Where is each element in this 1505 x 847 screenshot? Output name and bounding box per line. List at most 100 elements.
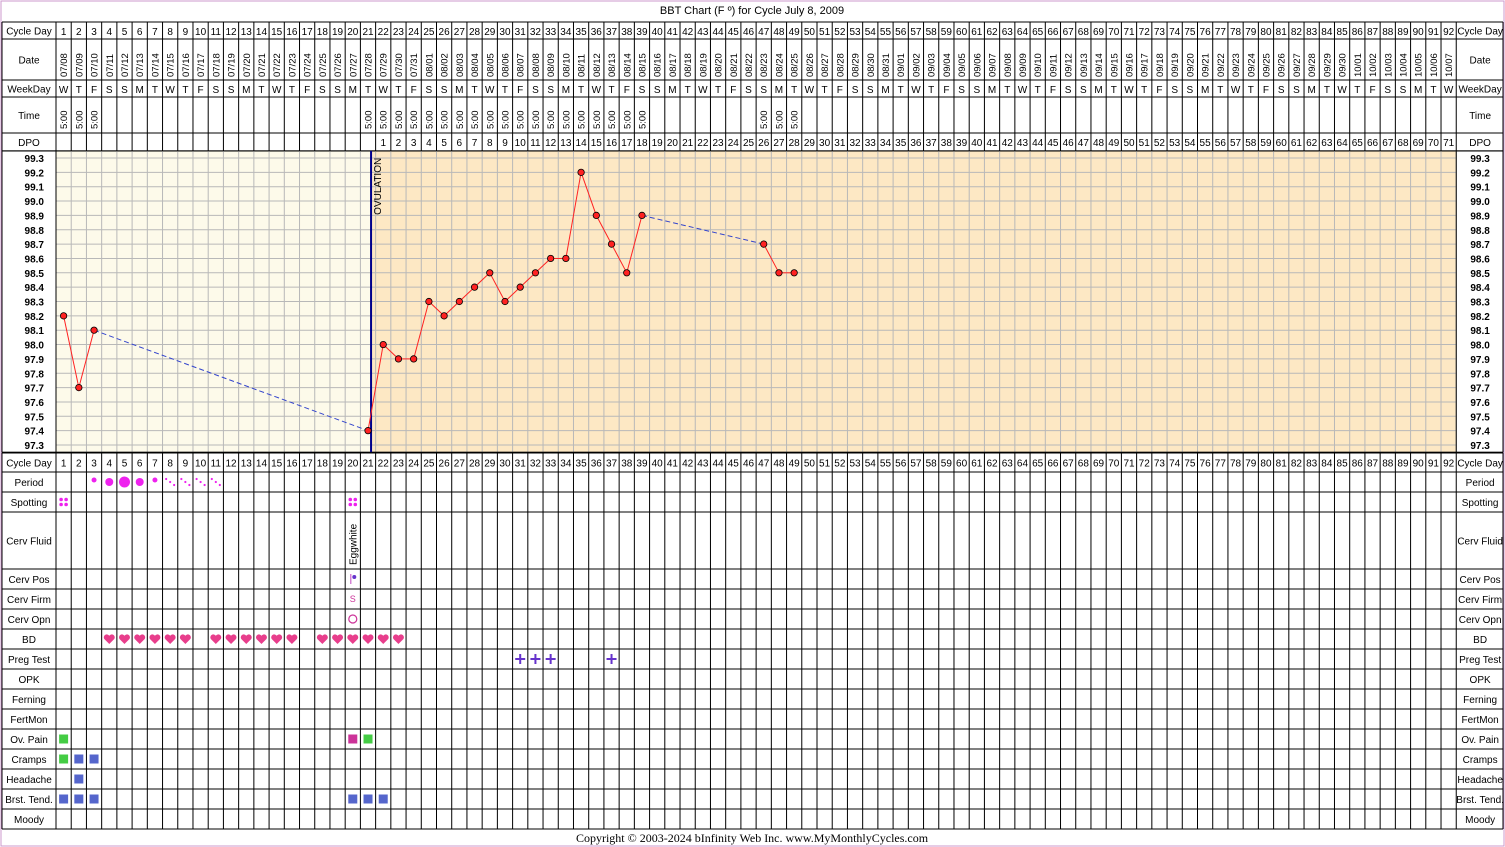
date-label: 08/23 [759, 53, 770, 77]
dpo-label: 15 [591, 138, 603, 149]
weekday-label: W [165, 85, 175, 96]
date-label: 09/03 [927, 53, 938, 77]
date-label: 08/06 [500, 53, 511, 77]
period-label-right: Period [1466, 478, 1495, 489]
cycle-day-label: 36 [591, 27, 603, 38]
cycle-day-label: 78 [1230, 459, 1242, 470]
cycle-day-label: 30 [499, 459, 511, 470]
bbt-chart: Cycle Day Cycle Day Date Date WeekDay WeekDay… [0, 0, 1505, 847]
cycle-day-label-left: Cycle Day [6, 459, 52, 470]
y-tick-label-right: 99.2 [1470, 168, 1490, 179]
y-tick-label-right: 97.3 [1470, 441, 1490, 452]
time-label: 5:00 [485, 111, 496, 130]
brst-tend-mark [363, 794, 373, 804]
weekday-label: T [1035, 85, 1041, 96]
date-label: 08/21 [729, 53, 740, 77]
fertmon-label-left: FertMon [10, 715, 47, 726]
dpo-label: 6 [457, 138, 463, 149]
cycle-day-label: 42 [682, 27, 694, 38]
spotting-mark [348, 497, 353, 502]
weekday-label: S [106, 85, 113, 96]
weekday-label: W [485, 85, 495, 96]
cycle-day-label: 4 [106, 459, 112, 470]
weekday-label: T [1430, 85, 1436, 96]
weekday-label: F [730, 85, 736, 96]
temp-point [592, 211, 600, 219]
weekday-label: T [182, 85, 188, 96]
dpo-label: 36 [910, 138, 922, 149]
weekday-label: T [289, 85, 295, 96]
cycle-day-label: 32 [530, 459, 542, 470]
y-tick-label-left: 98.2 [25, 312, 45, 323]
cycle-day-label: 5 [122, 459, 128, 470]
cycle-day-label: 41 [667, 27, 679, 38]
cycle-day-label: 90 [1413, 27, 1425, 38]
period-spotting-mark [188, 483, 191, 487]
time-label: 5:00 [637, 111, 648, 130]
cycle-day-label: 90 [1413, 459, 1425, 470]
date-label: 10/03 [1383, 53, 1394, 77]
weekday-label: T [1111, 85, 1117, 96]
weekday-label: M [455, 85, 463, 96]
dpo-label: 43 [1017, 138, 1029, 149]
cycle-day-label: 2 [76, 459, 82, 470]
dpo-label: 42 [1002, 138, 1014, 149]
spotting-label-left: Spotting [11, 498, 48, 509]
weekday-label: S [334, 85, 341, 96]
weekday-label: S [1278, 85, 1285, 96]
dpo-label: 12 [545, 138, 557, 149]
date-label: 07/15 [166, 53, 177, 77]
spotting-mark [59, 497, 63, 502]
date-label: 08/27 [820, 53, 831, 77]
cycle-day-label: 27 [454, 27, 466, 38]
dpo-label: 68 [1397, 138, 1409, 149]
cycle-day-label: 49 [789, 27, 801, 38]
cycle-day-label: 64 [1017, 27, 1029, 38]
dpo-label: 62 [1306, 138, 1318, 149]
spotting-mark [59, 502, 63, 507]
y-tick-label-right: 97.4 [1470, 427, 1490, 438]
weekday-label: S [1065, 85, 1072, 96]
dpo-label: 13 [560, 138, 572, 149]
period-mark [91, 477, 97, 483]
period-mark [135, 478, 144, 486]
weekday-label: M [1307, 85, 1315, 96]
weekday-label: W [911, 85, 921, 96]
y-tick-label-left: 98.5 [25, 269, 45, 280]
cycle-day-label: 59 [941, 459, 953, 470]
period-spotting-mark [165, 477, 168, 481]
weekday-label: W [698, 85, 708, 96]
date-label: 07/21 [257, 53, 268, 77]
cerv-opn-label-left: Cerv Opn [8, 615, 51, 626]
cerv-pos-mark [352, 575, 357, 579]
y-tick-label-right: 98.6 [1470, 254, 1490, 265]
date-label: 09/23 [1231, 53, 1242, 77]
date-label: 08/07 [516, 53, 527, 77]
cycle-day-label: 57 [910, 27, 922, 38]
cycle-day-label: 28 [469, 27, 481, 38]
date-label: 09/22 [1216, 53, 1227, 77]
weekday-label: W [1124, 85, 1134, 96]
dpo-label-left: DPO [18, 138, 40, 149]
cycle-day-label: 63 [1002, 27, 1014, 38]
cycle-day-label: 46 [743, 459, 755, 470]
weekday-label: T [685, 85, 691, 96]
date-label: 09/06 [972, 53, 983, 77]
date-label: 08/31 [881, 53, 892, 77]
time-label: 5:00 [531, 111, 542, 130]
dpo-label: 20 [667, 138, 679, 149]
weekday-label: F [1156, 85, 1162, 96]
dpo-label: 4 [426, 138, 432, 149]
cycle-day-label: 18 [317, 459, 329, 470]
cycle-day-label-right: Cycle Day [1457, 27, 1503, 38]
preg-test-label-left: Preg Test [8, 655, 50, 666]
date-label: 09/24 [1246, 53, 1257, 77]
dpo-label: 14 [576, 138, 588, 149]
period-spotting-mark [195, 477, 198, 481]
y-tick-label-left: 98.6 [25, 254, 45, 265]
cycle-day-label: 24 [408, 459, 420, 470]
cycle-day-label: 10 [195, 27, 207, 38]
cycle-day-label: 18 [317, 27, 329, 38]
dpo-label: 65 [1352, 138, 1364, 149]
cycle-day-label: 74 [1169, 459, 1181, 470]
